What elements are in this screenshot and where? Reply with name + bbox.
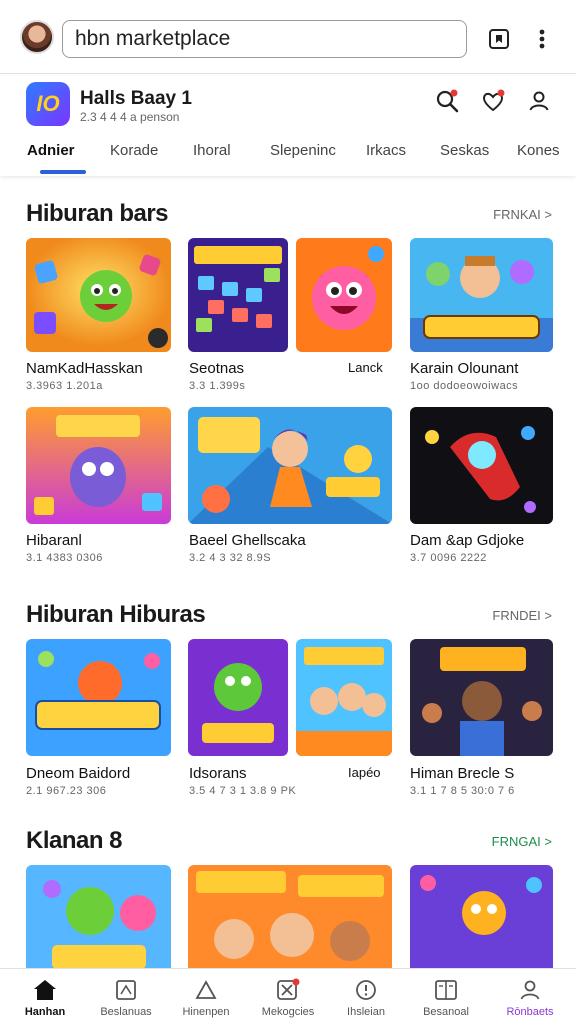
app-logo[interactable]: IO [26,82,70,126]
nav-label: Ihsleian [347,1006,385,1018]
game-title: Hibaranl [26,532,82,549]
account-icon[interactable] [524,86,554,116]
game-title: Idsorans [189,765,247,782]
main-content[interactable]: Hiburan bars FRNKAI > NamKadHasskan 3.39… [6,180,572,968]
search-icon[interactable] [432,86,462,116]
nav-item-besanoal[interactable]: Besanoal [406,969,486,1025]
game-tile[interactable] [296,238,392,352]
section-title: Hiburan Hiburas [26,601,206,628]
tab-2[interactable]: Ihoral [193,142,231,159]
x-badge-icon [274,977,302,1003]
home-icon [31,977,59,1003]
see-more-link[interactable]: FRNDEI > [492,608,552,623]
game-tile[interactable] [188,407,392,524]
game-title: Lanck [348,360,383,375]
tab-5[interactable]: Seskas [440,142,489,159]
game-meta: 3.1 4383 0306 [26,552,103,564]
nav-item-ronbaets[interactable]: Rōnbaets [490,969,570,1025]
tab-1[interactable]: Korade [110,142,158,159]
heart-icon[interactable] [478,86,508,116]
game-meta: 3.2 4 3 32 8.9S [189,552,272,564]
game-title: Iapéo [348,765,381,780]
game-tile[interactable] [296,639,392,756]
book-icon [432,977,460,1003]
game-tile[interactable] [26,639,171,756]
top-bar: hbn marketplace [0,0,576,74]
active-tab-indicator [40,170,86,174]
game-title: Dneom Baidord [26,765,131,782]
grid-icon [112,977,140,1003]
game-tile[interactable] [410,407,553,524]
game-meta: 3.1 1 7 8 5 30:0 7 6 [410,785,515,797]
nav-item-home[interactable]: Hanhan [5,969,85,1025]
search-input[interactable]: hbn marketplace [62,20,467,58]
avatar[interactable] [20,20,54,54]
section-title: Klanan 8 [26,827,123,854]
game-tile[interactable] [188,639,288,756]
section-klanan: Klanan 8 FRNGAI > [6,815,572,968]
game-meta: 3.3963 1.201a [26,380,103,392]
section-hiburan-hiburas: Hiburan Hiburas FRNDEI > Dneom Baidord 2… [6,585,572,815]
nav-label: Rōnbaets [506,1006,554,1018]
tab-0[interactable]: Adnier [27,142,75,159]
game-tile[interactable] [410,238,553,352]
category-tabs: Adnier Korade Ihoral Slepeninc Irkacs Se… [0,138,576,176]
game-meta: 1oo dodoeowoiwacs [410,380,519,392]
game-title: Karain Olounant [410,360,519,377]
game-tile[interactable] [188,865,392,968]
bookmark-icon[interactable] [484,24,514,54]
game-title: Himan Brecle S [410,765,515,782]
nav-label: Besanoal [423,1006,469,1018]
game-title: Baeel Ghellscaka [189,532,306,549]
game-title: Dam &ap Gdjoke [410,532,525,549]
nav-item-ihsleian[interactable]: Ihsleian [326,969,406,1025]
info-circle-icon [352,977,380,1003]
nav-item-hinenpen[interactable]: Hinenpen [166,969,246,1025]
triangle-icon [192,977,220,1003]
tab-3[interactable]: Slepeninc [270,142,336,159]
game-tile[interactable] [410,865,553,968]
see-more-link[interactable]: FRNGAI > [492,834,552,849]
nav-label: Hinenpen [182,1006,230,1018]
section-hiburan-bars: Hiburan bars FRNKAI > NamKadHasskan 3.39… [6,180,572,585]
app-subtitle: 2.3 4 4 4 a penson [80,110,180,124]
nav-item-beslanuas[interactable]: Beslanuas [86,969,166,1025]
game-meta: 3.3 1.399s [189,380,246,392]
see-more-link[interactable]: FRNKAI > [493,207,552,222]
game-meta: 3.7 0096 2222 [410,552,487,564]
nav-label: Beslanuas [100,1006,152,1018]
tab-4[interactable]: Irkacs [366,142,406,159]
nav-label: Mekogcies [261,1006,315,1018]
person-icon [516,977,544,1003]
game-tile[interactable] [188,238,288,352]
game-tile[interactable] [410,639,553,756]
game-tile[interactable] [26,865,171,968]
bottom-navigation: Hanhan Beslanuas Hinenpen Mekogcies Ihsl… [0,968,576,1024]
more-vert-icon[interactable] [527,24,557,54]
app-name: Halls Baay 1 [80,88,192,109]
game-tile[interactable] [26,238,171,352]
nav-label: Hanhan [24,1006,66,1018]
game-title: NamKadHasskan [26,360,143,377]
section-title: Hiburan bars [26,200,169,227]
game-tile[interactable] [26,407,171,524]
app-header: IO Halls Baay 1 2.3 4 4 4 a penson Adnie… [0,74,576,176]
nav-item-mekogcies[interactable]: Mekogcies [248,969,328,1025]
game-meta: 3.5 4 7 3 1 3.8 9 PK [189,785,297,797]
game-title: Seotnas [189,360,245,377]
tab-6[interactable]: Kones [517,142,560,159]
game-meta: 2.1 967.23 306 [26,785,107,797]
